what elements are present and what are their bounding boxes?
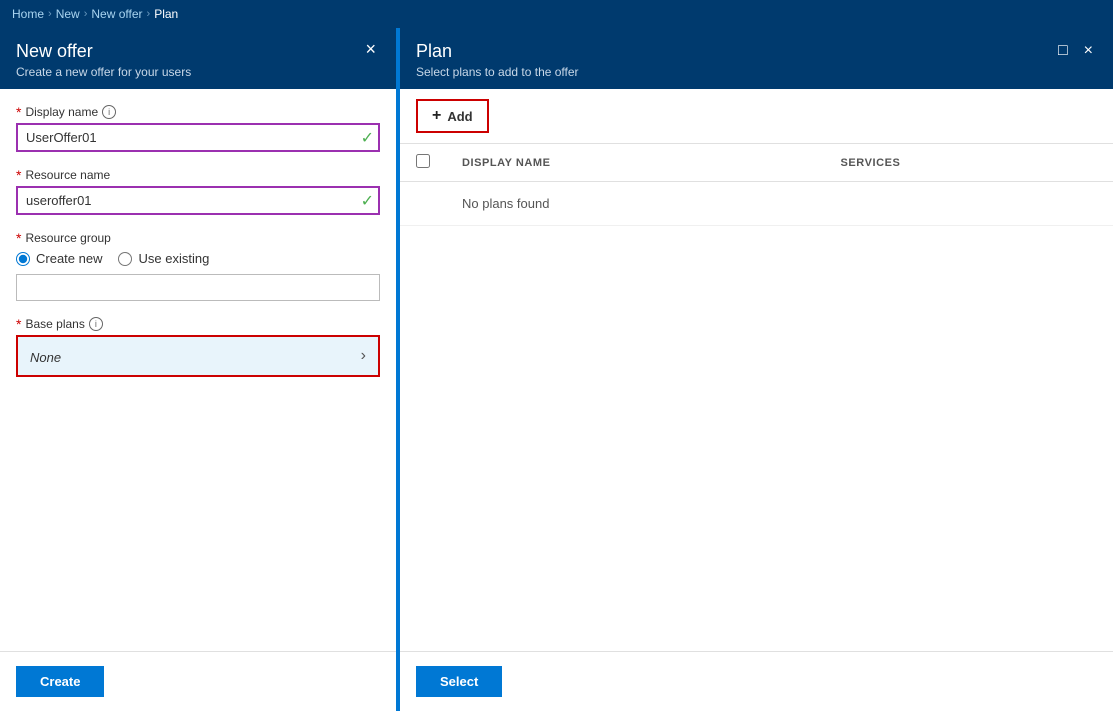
breadcrumb-home[interactable]: Home (12, 7, 44, 21)
radio-create-new[interactable] (16, 252, 30, 266)
resource-name-label: * Resource name (16, 168, 380, 182)
col-display-name: DISPLAY NAME (446, 144, 825, 182)
right-body: DISPLAY NAME SERVICES No plans found (400, 144, 1113, 651)
right-header-icons: □ × (1054, 40, 1097, 62)
no-plans-row: No plans found (400, 182, 1113, 226)
radio-use-existing-text: Use existing (138, 251, 209, 266)
resource-group-radio-group: Create new Use existing (16, 251, 380, 266)
radio-create-new-text: Create new (36, 251, 102, 266)
resource-group-group: * Resource group Create new Use existing (16, 231, 380, 301)
add-icon: + (432, 107, 441, 125)
display-name-required: * (16, 105, 21, 119)
no-plans-text: No plans found (446, 182, 1113, 226)
create-button[interactable]: Create (16, 666, 104, 697)
base-plans-value: None (30, 350, 61, 365)
right-panel: Plan Select plans to add to the offer □ … (400, 28, 1113, 711)
resource-name-required: * (16, 168, 21, 182)
breadcrumb-current: Plan (154, 7, 178, 21)
resource-group-required: * (16, 231, 21, 245)
right-panel-title: Plan (416, 40, 579, 63)
resource-name-group: * Resource name ✓ (16, 168, 380, 215)
col-services: SERVICES (825, 144, 1113, 182)
right-panel-subtitle: Select plans to add to the offer (416, 65, 579, 79)
resource-name-input[interactable] (16, 186, 380, 215)
breadcrumb-sep-1: › (48, 8, 52, 20)
display-name-input-wrapper: ✓ (16, 123, 380, 152)
table-header-row: DISPLAY NAME SERVICES (400, 144, 1113, 182)
select-button[interactable]: Select (416, 666, 502, 697)
left-panel-header: New offer Create a new offer for your us… (0, 28, 396, 89)
base-plans-selector[interactable]: None › (16, 335, 380, 377)
breadcrumb-sep-2: › (84, 8, 88, 20)
right-toolbar: + Add (400, 89, 1113, 144)
right-panel-restore-button[interactable]: □ (1054, 40, 1072, 62)
base-plans-label: * Base plans i (16, 317, 380, 331)
right-panel-close-button[interactable]: × (1080, 40, 1097, 62)
right-panel-header: Plan Select plans to add to the offer □ … (400, 28, 1113, 89)
radio-use-existing-label[interactable]: Use existing (118, 251, 209, 266)
breadcrumb-new-offer[interactable]: New offer (91, 7, 142, 21)
display-name-group: * Display name i ✓ (16, 105, 380, 152)
resource-group-label: * Resource group (16, 231, 380, 245)
breadcrumb: Home › New › New offer › Plan (0, 0, 1113, 28)
left-panel: New offer Create a new offer for your us… (0, 28, 400, 711)
breadcrumb-sep-3: › (147, 8, 151, 20)
resource-name-checkmark: ✓ (361, 191, 374, 211)
left-panel-body: * Display name i ✓ * Resource name ✓ (0, 89, 396, 651)
select-all-checkbox[interactable] (416, 154, 430, 168)
radio-use-existing[interactable] (118, 252, 132, 266)
resource-group-input[interactable] (16, 274, 380, 301)
plan-table: DISPLAY NAME SERVICES No plans found (400, 144, 1113, 226)
left-panel-footer: Create (0, 651, 396, 711)
right-panel-footer: Select (400, 651, 1113, 711)
base-plans-group: * Base plans i None › (16, 317, 380, 377)
display-name-checkmark: ✓ (361, 128, 374, 148)
display-name-label: * Display name i (16, 105, 380, 119)
left-panel-subtitle: Create a new offer for your users (16, 65, 191, 79)
add-button[interactable]: + Add (416, 99, 489, 133)
display-name-info-icon[interactable]: i (102, 105, 116, 119)
left-panel-title: New offer (16, 40, 191, 63)
breadcrumb-new[interactable]: New (56, 7, 80, 21)
base-plans-required: * (16, 317, 21, 331)
main-container: New offer Create a new offer for your us… (0, 28, 1113, 711)
radio-create-new-label[interactable]: Create new (16, 251, 102, 266)
display-name-input[interactable] (16, 123, 380, 152)
left-panel-close-button[interactable]: × (361, 40, 380, 58)
base-plans-info-icon[interactable]: i (89, 317, 103, 331)
add-button-label: Add (447, 109, 472, 124)
table-select-all-col (400, 144, 446, 182)
resource-name-input-wrapper: ✓ (16, 186, 380, 215)
base-plans-chevron-icon: › (361, 347, 366, 365)
